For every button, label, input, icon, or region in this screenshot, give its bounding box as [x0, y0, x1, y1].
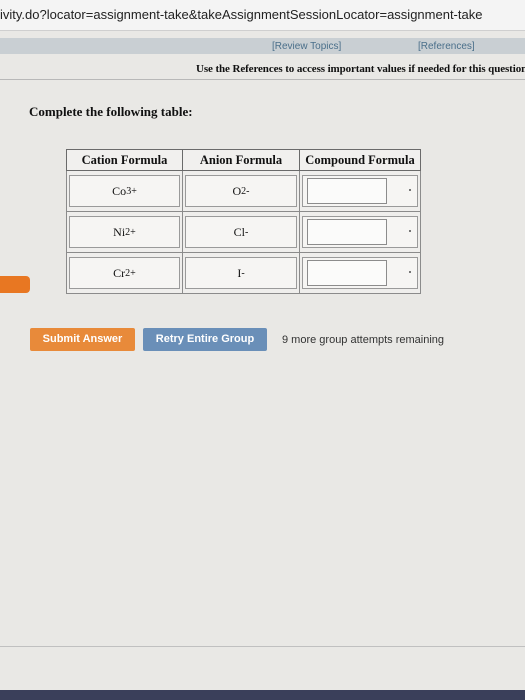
anion-cell: Cl - — [185, 216, 297, 248]
compound-answer-cell — [302, 257, 418, 289]
taskbar-edge — [0, 690, 525, 700]
anion-symbol: Cl — [233, 224, 245, 239]
anion-symbol: O — [232, 183, 242, 198]
formula-table: Cation Formula Anion Formula Compound Fo… — [66, 149, 421, 294]
anion-cell: I- — [185, 257, 297, 289]
references-notice: Use the References to access important v… — [196, 63, 525, 75]
cation-symbol: Ni — [113, 224, 126, 239]
input-handle — [409, 230, 411, 232]
input-handle — [409, 271, 411, 273]
compound-formula-input[interactable] — [307, 219, 387, 245]
side-tab[interactable] — [0, 276, 30, 293]
url-text: ivity.do?locator=assignment-take&takeAss… — [0, 7, 483, 22]
anion-charge: - — [245, 226, 249, 238]
review-topics-link[interactable]: [Review Topics] — [272, 41, 341, 52]
references-link[interactable]: [References] — [418, 41, 475, 52]
table-row: Cr 2+ I- — [66, 252, 421, 294]
address-bar[interactable]: ivity.do?locator=assignment-take&takeAss… — [0, 0, 525, 31]
table-row: Co 3+ O 2- — [66, 170, 421, 212]
compound-answer-cell — [302, 175, 418, 207]
cation-symbol: Cr — [113, 265, 126, 280]
anion-charge: 2- — [241, 185, 250, 197]
header-cation-formula: Cation Formula — [66, 149, 183, 171]
question-instruction: Complete the following table: — [29, 104, 193, 119]
submit-answer-button[interactable]: Submit Answer — [30, 328, 135, 351]
input-handle — [409, 189, 411, 191]
cation-charge: 2+ — [125, 267, 136, 279]
divider — [0, 79, 525, 80]
retry-entire-group-button[interactable]: Retry Entire Group — [143, 328, 267, 351]
table-row: Ni 2+ Cl - — [66, 211, 421, 253]
header-anion-formula: Anion Formula — [182, 149, 300, 171]
cation-charge: 3+ — [126, 185, 137, 197]
anion-charge: - — [241, 267, 245, 279]
cation-cell: Cr 2+ — [69, 257, 180, 289]
divider — [0, 646, 525, 647]
cation-cell: Co 3+ — [69, 175, 180, 207]
cation-cell: Ni 2+ — [69, 216, 180, 248]
anion-cell: O 2- — [185, 175, 297, 207]
compound-formula-input[interactable] — [307, 260, 387, 286]
header-compound-formula: Compound Formula — [299, 149, 421, 171]
cation-charge: 2+ — [125, 226, 136, 238]
cation-symbol: Co — [112, 183, 127, 198]
compound-formula-input[interactable] — [307, 178, 387, 204]
attempts-remaining: 9 more group attempts remaining — [282, 334, 445, 346]
compound-answer-cell — [302, 216, 418, 248]
